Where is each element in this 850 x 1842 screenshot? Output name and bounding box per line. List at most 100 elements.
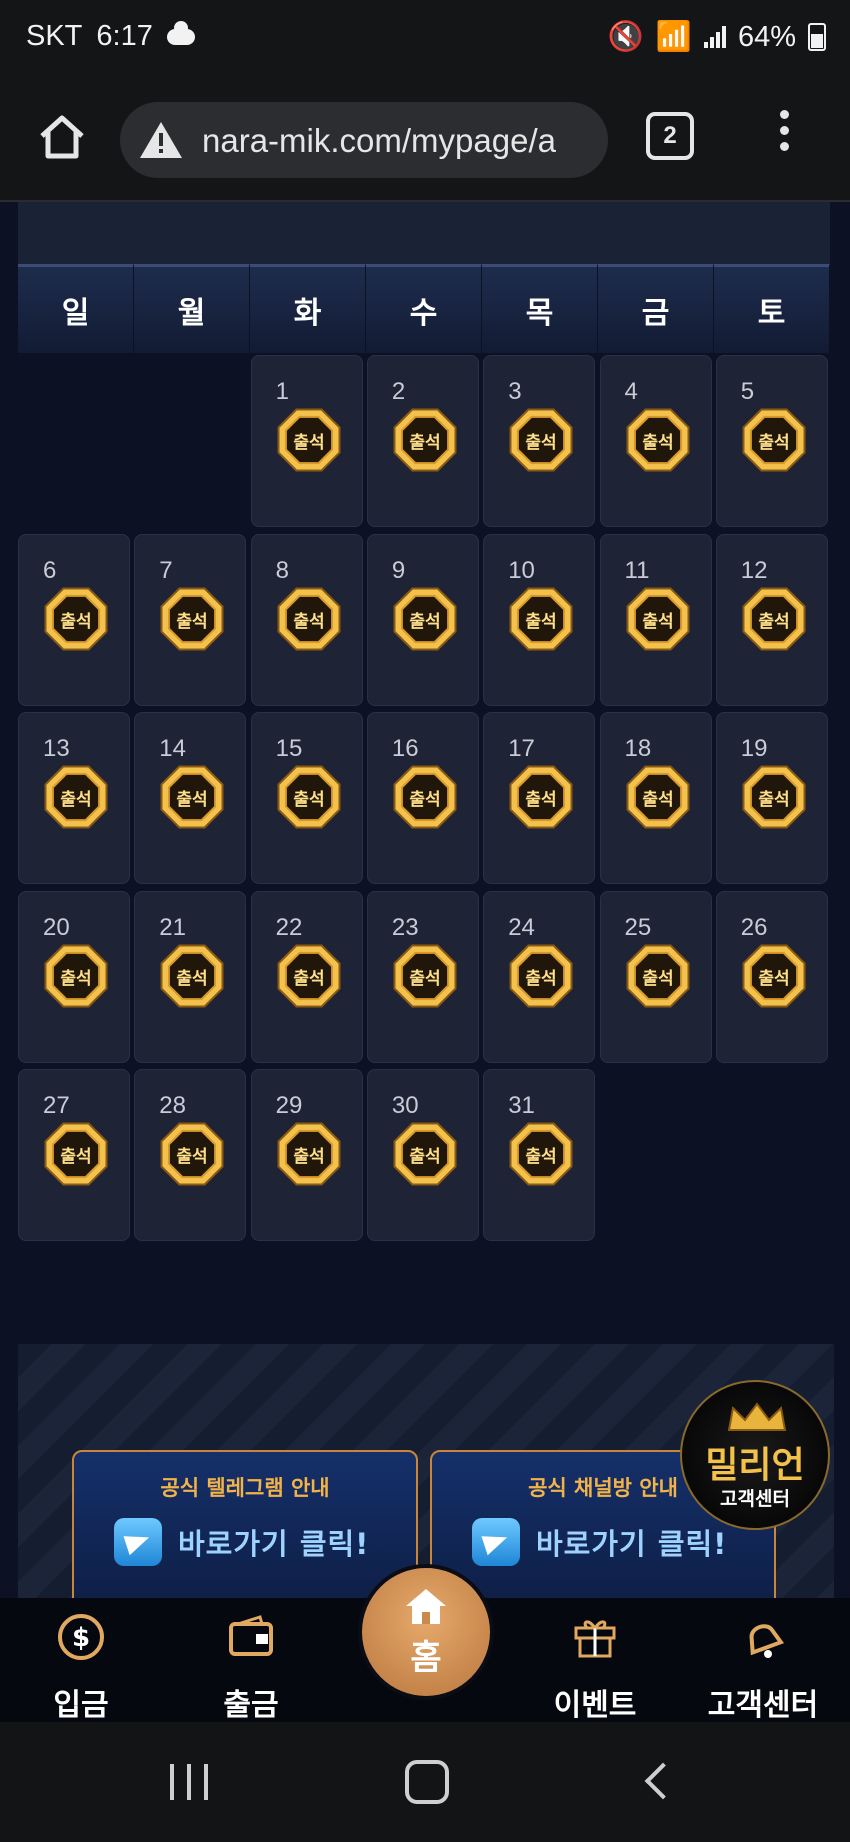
day-number: 31 [508, 1092, 535, 1119]
attendance-badge-icon: 출석 [44, 1122, 108, 1186]
wifi-icon: 📶 [655, 21, 692, 53]
attendance-badge-icon: 출석 [742, 587, 806, 650]
svg-text:$: $ [72, 1623, 90, 1653]
calendar-day-cell[interactable]: 13 출석 [18, 712, 130, 884]
badge-label: 출석 [177, 790, 208, 810]
day-number: 19 [740, 735, 768, 762]
bell-icon [749, 1624, 785, 1658]
calendar-day-cell[interactable]: 8 출석 [250, 533, 363, 706]
calendar-day-cell[interactable]: 6 출석 [18, 533, 130, 706]
attendance-badge-icon: 출석 [277, 1122, 341, 1186]
badge-label: 출석 [526, 969, 557, 989]
attendance-badge-icon: 출석 [44, 944, 108, 1007]
calendar-day-cell[interactable]: 15 출석 [250, 712, 363, 884]
attendance-badge-icon: 출석 [393, 944, 457, 1007]
telegram-promo-button[interactable]: 공식 텔레그램 안내 바로가기 클릭! [72, 1450, 418, 1598]
calendar-day-cell[interactable]: 23 출석 [366, 890, 479, 1063]
calendar-day-cell[interactable]: 3 출석 [483, 355, 596, 527]
calendar-day-cell[interactable]: 26 출석 [715, 890, 828, 1063]
attendance-badge-icon: 출석 [626, 587, 689, 650]
attendance-badge-icon: 출석 [509, 408, 573, 472]
nav-support[interactable]: 고객센터 [688, 1598, 838, 1723]
calendar-day-cell[interactable]: 30 출석 [366, 1069, 479, 1241]
system-nav-bar [0, 1722, 850, 1842]
telegram-icon [472, 1518, 520, 1566]
calendar-day-cell[interactable]: 2 출석 [366, 355, 479, 527]
badge-label: 출석 [409, 1147, 440, 1167]
carrier-label: SKT [26, 20, 83, 52]
promo-link-label: 바로가기 클릭! [178, 1527, 370, 1561]
attendance-badge-icon: 출석 [742, 944, 806, 1007]
calendar-day-cell[interactable]: 16 출석 [366, 712, 479, 884]
badge-label: 출석 [60, 790, 91, 810]
calendar-day-cell[interactable]: 5 출석 [715, 355, 828, 527]
nav-label: 고객센터 [707, 1688, 819, 1723]
day-number: 24 [508, 913, 535, 941]
calendar-day-cell[interactable]: 25 출석 [599, 890, 712, 1063]
day-number: 18 [624, 735, 652, 762]
calendar-day-cell[interactable]: 10 출석 [483, 533, 596, 706]
nav-event[interactable]: 이벤트 [520, 1598, 670, 1723]
badge-label: 출석 [293, 612, 324, 632]
attendance-badge-icon: 출석 [509, 944, 573, 1007]
badge-label: 출석 [409, 790, 440, 810]
cs-label: 고객센터 [720, 1488, 790, 1510]
address-bar[interactable]: nara-mik.com/mypage/a [120, 102, 608, 178]
tab-switcher-button[interactable]: 2 [646, 112, 694, 160]
nav-label: 출금 [223, 1688, 279, 1723]
url-text[interactable]: nara-mik.com/mypage/a [202, 122, 556, 160]
nav-withdraw[interactable]: 출금 [176, 1598, 326, 1723]
customer-center-float-button[interactable]: 밀리언 고객센터 [680, 1380, 830, 1530]
day-number: 5 [740, 378, 755, 405]
badge-label: 출석 [526, 612, 557, 632]
calendar-day-cell[interactable]: 9 출석 [366, 533, 479, 706]
day-number: 2 [391, 378, 406, 405]
attendance-badge-icon: 출석 [509, 765, 573, 829]
badge-label: 출석 [177, 1147, 208, 1167]
attendance-badge-icon: 출석 [393, 765, 457, 829]
calendar-day-cell[interactable]: 20 출석 [18, 890, 130, 1063]
nav-deposit[interactable]: $ 입금 [6, 1598, 156, 1723]
calendar-day-cell[interactable]: 18 출석 [599, 712, 712, 884]
badge-label: 출석 [642, 790, 673, 810]
calendar-day-cell[interactable]: 21 출석 [134, 890, 247, 1063]
calendar-day-cell[interactable]: 24 출석 [483, 890, 596, 1063]
day-number: 15 [275, 735, 303, 762]
day-number: 13 [43, 735, 70, 762]
calendar-day-cell[interactable]: 17 출석 [483, 712, 596, 884]
badge-label: 출석 [293, 1147, 324, 1167]
badge-label: 출석 [526, 790, 557, 810]
nav-home-button[interactable]: 홈 [362, 1568, 490, 1696]
day-number: 28 [159, 1092, 186, 1119]
attendance-badge-icon: 출석 [277, 944, 341, 1007]
calendar-day-cell[interactable]: 14 출석 [134, 712, 247, 884]
calendar-day-cell[interactable]: 28 출석 [134, 1069, 247, 1241]
day-number: 10 [508, 556, 535, 584]
calendar-day-cell[interactable]: 31 출석 [483, 1069, 596, 1241]
recent-apps-icon[interactable] [170, 1764, 208, 1800]
calendar-day-cell[interactable]: 19 출석 [715, 712, 828, 884]
browser-menu-icon[interactable] [776, 110, 792, 158]
calendar-day-cell[interactable]: 27 출석 [18, 1069, 130, 1241]
calendar-day-cell[interactable]: 4 출석 [599, 355, 712, 527]
badge-label: 출석 [60, 969, 91, 989]
back-icon[interactable] [644, 1762, 682, 1800]
battery-percent: 64% [737, 20, 796, 53]
calendar-day-cell[interactable]: 1 출석 [250, 355, 363, 527]
day-number: 22 [275, 913, 303, 941]
badge-label: 출석 [758, 433, 789, 453]
nav-label: 홈 [410, 1638, 442, 1678]
day-number: 4 [624, 378, 638, 405]
day-number: 29 [275, 1092, 303, 1119]
browser-home-icon[interactable] [34, 108, 90, 164]
day-number: 7 [159, 556, 173, 584]
system-home-icon[interactable] [405, 1760, 449, 1804]
calendar-day-cell[interactable]: 22 출석 [250, 890, 363, 1063]
attendance-badge-icon: 출석 [44, 587, 108, 650]
calendar-day-cell[interactable]: 29 출석 [250, 1069, 363, 1241]
warning-icon[interactable] [138, 120, 184, 160]
calendar-day-cell[interactable]: 11 출석 [599, 533, 712, 706]
calendar-day-cell[interactable]: 12 출석 [715, 533, 828, 706]
calendar-day-cell[interactable]: 7 출석 [134, 533, 247, 706]
attendance-badge-icon: 출석 [393, 408, 457, 472]
